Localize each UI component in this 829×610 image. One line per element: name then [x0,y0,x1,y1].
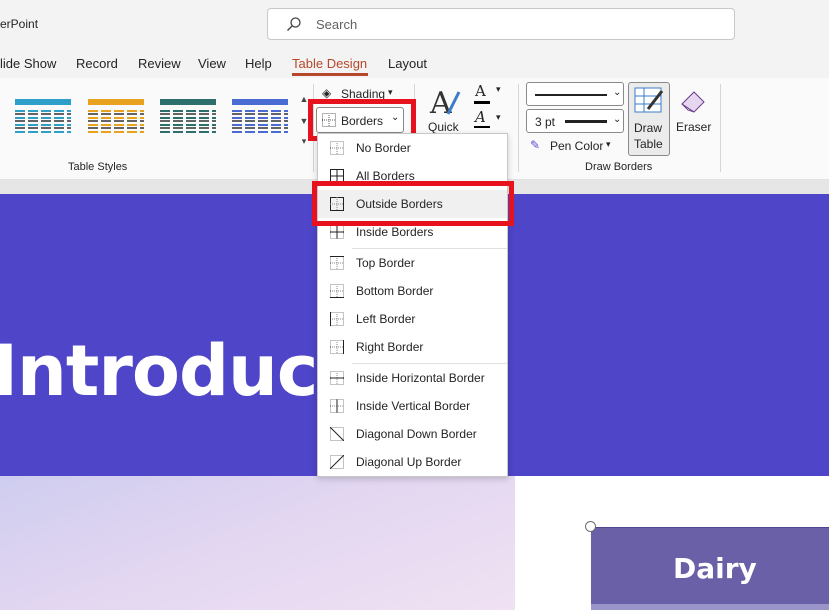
ribbon-tabs: lide Show Record Review View Help Table … [0,48,829,78]
menu-item-diagonal-down-border[interactable]: Diagonal Down Border [318,420,507,448]
menu-item-label: Inside Horizontal Border [356,371,485,385]
pen-style-line [535,94,607,96]
chevron-down-icon: ▾ [606,139,611,149]
inside-borders-icon [330,225,344,239]
chevron-down-icon: ⌄ [613,87,622,98]
diagonal-up-border-icon [330,455,344,469]
paint-bucket-icon: ◈ [322,86,332,100]
text-fill-color-bar [474,101,490,104]
menu-item-inside-vertical-border[interactable]: Inside Vertical Border [318,392,507,420]
no-border-icon [330,141,344,155]
menu-item-left-border[interactable]: Left Border [318,305,507,333]
pen-weight-select[interactable]: 3 pt ⌄ [526,109,624,133]
table-cell-text[interactable]: Dairy [673,552,757,585]
menu-item-label: Top Border [356,256,415,270]
search-placeholder: Search [316,17,358,32]
menu-item-label: Inside Borders [356,225,434,239]
app-title: erPoint [0,17,39,31]
eraser-button[interactable]: Eraser [674,82,714,156]
slide-background-image [0,476,515,610]
top-border-icon [330,256,344,270]
text-effects-icon[interactable]: A [475,108,486,126]
pen-style-select[interactable]: ⌄ [526,82,624,106]
slide-title[interactable]: Introduct [0,330,351,412]
menu-item-label: Diagonal Up Border [356,455,462,469]
menu-item-label: Diagonal Down Border [356,427,477,441]
chevron-down-icon[interactable]: ▾ [496,84,501,95]
menu-item-right-border[interactable]: Right Border [318,333,507,361]
draw-table-label-1: Draw [634,121,663,135]
right-border-icon [330,340,344,354]
menu-item-diagonal-up-border[interactable]: Diagonal Up Border [318,448,507,476]
tab-help[interactable]: Help [245,56,272,71]
selection-handle[interactable] [585,521,596,532]
menu-item-inside-horizontal-border[interactable]: Inside Horizontal Border [318,364,507,392]
inside-horizontal-border-icon [330,371,344,385]
bottom-border-icon [330,284,344,298]
tab-slide-show[interactable]: lide Show [0,56,56,71]
quick-styles-label[interactable]: Quick [428,120,459,134]
tab-record[interactable]: Record [76,56,118,71]
eraser-icon [681,91,705,113]
pen-weight-value: 3 pt [535,115,556,129]
search-icon [287,17,301,31]
pen-weight-line [565,120,607,123]
chevron-down-icon[interactable]: ▾ [496,112,501,123]
active-tab-indicator [292,73,368,76]
pen-color-label: Pen Color [550,139,604,153]
tab-review[interactable]: Review [138,56,181,71]
menu-item-label: Bottom Border [356,284,434,298]
menu-item-label: No Border [356,141,411,155]
draw-table-icon [634,87,664,113]
left-border-icon [330,312,344,326]
menu-item-label: Right Border [356,340,424,354]
menu-item-bottom-border[interactable]: Bottom Border [318,277,507,305]
draw-table-label-2: Table [634,137,663,151]
menu-item-no-border[interactable]: No Border [318,134,507,162]
table-style-thumbnail[interactable] [159,98,217,140]
menu-item-label: Left Border [356,312,416,326]
table-row[interactable] [591,604,829,610]
tab-table-design[interactable]: Table Design [292,56,367,71]
diagonal-down-border-icon [330,427,344,441]
draw-borders-group-label: Draw Borders [585,161,653,173]
chevron-down-icon: ▾ [388,87,393,97]
table-style-thumbnail[interactable] [87,98,145,140]
group-divider [518,84,519,172]
chevron-down-icon: ⌄ [613,114,622,125]
draw-table-button[interactable]: Draw Table [628,82,670,156]
group-divider [720,84,721,172]
title-bar: erPoint Search [0,0,829,48]
menu-item-top-border[interactable]: Top Border [318,249,507,277]
search-input[interactable]: Search [267,8,735,40]
table-styles-group-label: Table Styles [68,161,128,173]
text-outline-color-bar [474,126,490,128]
inside-vertical-border-icon [330,399,344,413]
tab-view[interactable]: View [198,56,226,71]
outside-borders-highlight-box [312,181,514,226]
table-style-thumbnail[interactable] [231,98,289,140]
quick-styles-icon[interactable]: A [428,86,462,118]
eraser-label: Eraser [676,120,712,134]
tab-layout[interactable]: Layout [388,56,427,71]
menu-item-label: Inside Vertical Border [356,399,471,413]
pen-icon: ✎ [530,138,541,152]
table-style-thumbnail[interactable] [14,98,72,140]
text-fill-icon[interactable]: A [475,82,486,100]
